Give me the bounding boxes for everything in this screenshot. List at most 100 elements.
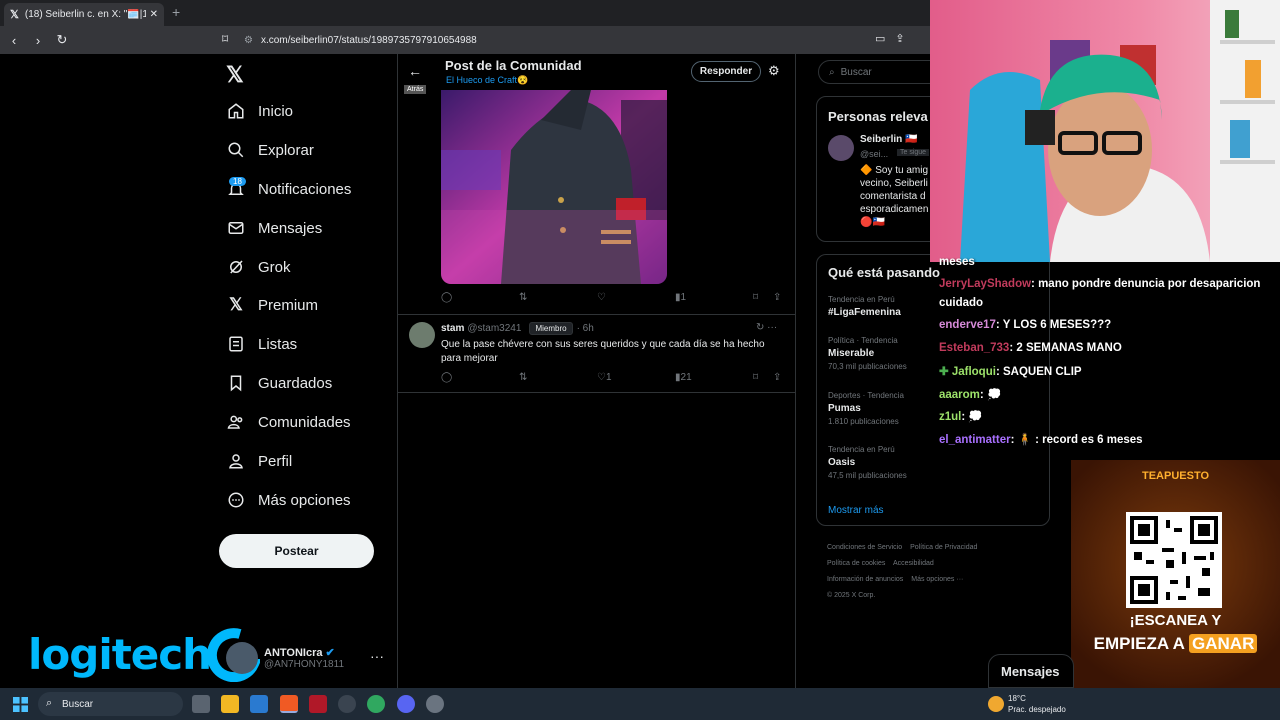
ad-subheadline: EMPIEZA A GANAR	[1071, 634, 1280, 654]
account-switcher[interactable]: ANTONIcra ✔ @AN7HONY1811	[226, 642, 344, 674]
trend-item[interactable]: Tendencia en Perú #LigaFemenina	[828, 295, 901, 318]
like-count: 1	[605, 372, 612, 383]
windows-start-icon[interactable]	[13, 697, 28, 712]
chat-message: enderve17: Y LOS 6 MESES???	[939, 319, 1112, 331]
post-header: ← Atrás Post de la Comunidad El Hueco de…	[398, 54, 796, 94]
footer-link[interactable]: Condiciones de Servicio	[827, 544, 902, 551]
browser-extension-icons[interactable]: ▭⇪	[875, 32, 915, 45]
nav-messages-label: Mensajes	[258, 219, 323, 237]
nav-communities[interactable]: Comunidades	[226, 407, 351, 437]
nav-lists[interactable]: Listas	[226, 329, 297, 359]
sliders-icon[interactable]: ⚙	[768, 63, 780, 79]
trend-item[interactable]: Política · Tendencia Miserable 70,3 mil …	[828, 336, 907, 371]
nav-more[interactable]: Más opciones	[226, 485, 351, 515]
list-icon	[226, 334, 246, 354]
reply-author-name[interactable]: stam	[441, 323, 464, 334]
trend-item[interactable]: Tendencia en Perú Oasis 47,5 mil publica…	[828, 445, 907, 480]
reply-icon[interactable]: ◯	[441, 372, 452, 383]
taskbar-search[interactable]: ⌕ Buscar	[38, 692, 183, 716]
nav-profile[interactable]: Perfil	[226, 446, 292, 476]
settings-icon[interactable]	[426, 695, 444, 713]
search-icon	[226, 140, 246, 160]
obs-icon[interactable]	[338, 695, 356, 713]
community-name[interactable]: El Hueco de Craft😵	[446, 75, 528, 86]
close-tab-icon[interactable]: ✕	[150, 9, 158, 20]
reply-more-icon[interactable]: ↻ ···	[756, 322, 777, 333]
person-avatar[interactable]	[828, 135, 854, 161]
discord-icon[interactable]	[397, 695, 415, 713]
footer-link[interactable]: Información de anuncios	[827, 576, 903, 583]
person-name[interactable]: Seiberlin 🇨🇱	[860, 134, 917, 145]
page-title: Post de la Comunidad	[445, 58, 582, 73]
retweet-icon[interactable]: ⇅	[519, 292, 527, 303]
nav-premium[interactable]: 𝕏 Premium	[226, 290, 318, 320]
x-logo-icon[interactable]: 𝕏	[226, 62, 244, 88]
back-arrow-icon[interactable]: ←	[408, 63, 422, 79]
nav-premium-label: Premium	[258, 296, 319, 314]
person-icon	[226, 451, 246, 471]
back-arrow-icon[interactable]: ‹	[4, 33, 24, 48]
nav-explore-label: Explorar	[258, 141, 314, 159]
reload-icon[interactable]: ↻	[52, 32, 72, 48]
views-icon[interactable]: ▮ 21	[675, 372, 692, 383]
trend-item[interactable]: Deportes · Tendencia Pumas 1.810 publica…	[828, 391, 904, 426]
forward-arrow-icon[interactable]: ›	[28, 33, 48, 48]
nav-grok[interactable]: Grok	[226, 252, 291, 282]
show-more-link[interactable]: Mostrar más	[828, 505, 884, 516]
views-icon[interactable]: ▮ 1	[675, 292, 686, 303]
bookmark-icon[interactable]: ⌑	[753, 372, 758, 383]
browser-tab[interactable]: 𝕏 (18) Seiberlin c. en X: "🗓️|15 de ✕	[4, 3, 164, 26]
nav-home[interactable]: Inicio	[226, 96, 293, 126]
person-bio: 🔶 Soy tu amig vecino, Seiberli comentari…	[860, 165, 929, 228]
footer-link[interactable]: Política de Privacidad	[910, 544, 977, 551]
reply-button[interactable]: Responder	[691, 61, 761, 82]
retweet-icon[interactable]: ⇅	[519, 372, 527, 383]
site-info-icon[interactable]: ⚙	[244, 35, 253, 46]
app-icon[interactable]	[367, 695, 385, 713]
divider	[398, 392, 796, 393]
bookmark-page-icon[interactable]: ⌑	[222, 32, 228, 46]
nav-profile-label: Perfil	[258, 452, 293, 470]
footer-link[interactable]: Más opciones ···	[911, 576, 963, 583]
account-avatar	[226, 642, 258, 674]
footer-link[interactable]: Accesibilidad	[893, 560, 934, 567]
account-more-icon[interactable]: ···	[370, 648, 384, 664]
store-icon[interactable]	[250, 695, 268, 713]
nav-messages[interactable]: Mensajes	[226, 213, 322, 243]
brave-browser-icon[interactable]	[280, 695, 298, 713]
task-view-icon[interactable]	[192, 695, 210, 713]
share-icon[interactable]: ⇪	[773, 292, 781, 303]
post-button[interactable]: Postear	[219, 534, 374, 568]
divider	[398, 314, 796, 315]
post-actions: ◯ ⇅ ♡ ▮ 1 ⌑ ⇪	[441, 292, 791, 308]
weather-icon[interactable]	[988, 696, 1004, 712]
reply-icon[interactable]: ◯	[441, 292, 452, 303]
reply-author-handle[interactable]: @stam3241	[467, 323, 521, 334]
nav-bookmarks-label: Guardados	[258, 374, 333, 392]
account-handle: @AN7HONY1811	[264, 659, 344, 670]
new-tab-icon[interactable]: +	[172, 4, 180, 20]
like-icon[interactable]: ♡	[597, 292, 606, 303]
share-icon[interactable]: ⇪	[773, 372, 781, 383]
weather-widget[interactable]: 18°C Prac. despejado	[1008, 693, 1066, 715]
taskbar-search-label: Buscar	[62, 698, 94, 710]
file-explorer-icon[interactable]	[221, 695, 239, 713]
reply-header: stam @stam3241 Miembro · 6h	[441, 322, 594, 335]
bookmark-icon[interactable]: ⌑	[753, 292, 758, 303]
like-icon[interactable]: ♡ 1	[597, 372, 612, 383]
stream-chat: meses JerryLayShadow: mano pondre denunc…	[935, 254, 1280, 464]
nav-home-label: Inicio	[258, 102, 294, 120]
messages-drawer[interactable]: Mensajes	[988, 654, 1074, 688]
nav-explore[interactable]: Explorar	[226, 135, 314, 165]
plus-badge-icon: ✚	[939, 366, 952, 378]
url-bar[interactable]: ⚙ x.com/seiberlin07/status/1989735797910…	[244, 30, 934, 50]
chat-username: JerryLayShadow	[939, 278, 1032, 290]
footer-link[interactable]: Política de cookies	[827, 560, 885, 567]
x-favicon-icon: 𝕏	[10, 9, 19, 21]
chat-username: z1ul	[939, 411, 962, 423]
reply-avatar[interactable]	[409, 322, 435, 348]
app-icon[interactable]	[309, 695, 327, 713]
nav-bookmarks[interactable]: Guardados	[226, 368, 332, 398]
post-image[interactable]	[441, 90, 667, 284]
person-handle[interactable]: @sei...	[860, 149, 888, 159]
